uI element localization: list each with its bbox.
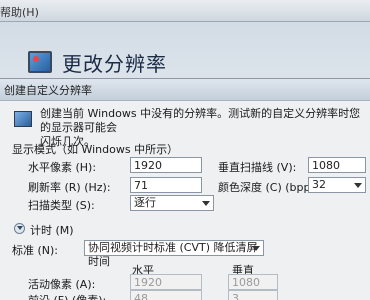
- info-line-1: 创建当前 Windows 中没有的分辨率。测试新的自定义分辨率时您的显示器可能会: [40, 107, 361, 134]
- info-row: 创建当前 Windows 中没有的分辨率。测试新的自定义分辨率时您的显示器可能会…: [10, 105, 366, 148]
- help-menu[interactable]: 帮助(H): [0, 4, 39, 20]
- timing-section-label: 计时 (M): [30, 224, 74, 237]
- v-lines-label: 垂直扫描线 (V):: [218, 161, 297, 174]
- chevron-down-icon: [252, 246, 260, 251]
- h-pixels-label: 水平像素 (H):: [28, 161, 97, 174]
- color-depth-value: 32: [312, 178, 326, 191]
- refresh-rate-input[interactable]: [130, 177, 202, 193]
- color-depth-label: 颜色深度 (C) (bpp):: [218, 181, 319, 194]
- h-pixels-input[interactable]: [130, 157, 202, 173]
- timing-expander-icon[interactable]: [14, 223, 25, 234]
- standard-label: 标准 (N):: [12, 244, 59, 257]
- page-heading: 更改分辨率: [28, 48, 167, 76]
- scan-type-label: 扫描类型 (S):: [28, 199, 95, 212]
- active-pixels-label: 活动像素 (A):: [28, 278, 96, 291]
- chevron-down-icon: [202, 201, 210, 206]
- v-lines-input[interactable]: [308, 157, 366, 173]
- timing-standard-select[interactable]: 协同视频计时标准 (CVT) 降低清屏时间: [84, 240, 264, 268]
- scan-type-value: 逐行: [134, 196, 156, 209]
- color-depth-select[interactable]: 32: [308, 177, 366, 193]
- dialog-titlebar: 创建自定义分辨率: [0, 79, 370, 101]
- monitor-icon: [14, 111, 32, 127]
- control-panel-menubar: 帮助(H): [0, 0, 370, 22]
- active-v-input[interactable]: [228, 274, 278, 290]
- custom-resolution-dialog: 创建自定义分辨率 创建当前 Windows 中没有的分辨率。测试新的自定义分辨率…: [0, 78, 370, 300]
- display-mode-section-label: 显示模式（如 Windows 中所示）: [12, 143, 179, 156]
- scan-type-select[interactable]: 逐行: [130, 195, 214, 211]
- refresh-rate-label: 刷新率 (R) (Hz):: [28, 181, 111, 194]
- display-icon: [28, 51, 52, 73]
- dialog-title: 创建自定义分辨率: [4, 83, 92, 97]
- active-h-input[interactable]: [130, 274, 202, 290]
- front-porch-h-input[interactable]: [130, 290, 202, 300]
- page-title: 更改分辨率: [62, 51, 167, 76]
- chevron-down-icon: [354, 183, 362, 188]
- front-porch-label: 前沿 (F) (像素):: [28, 292, 106, 300]
- front-porch-v-input[interactable]: [228, 290, 278, 300]
